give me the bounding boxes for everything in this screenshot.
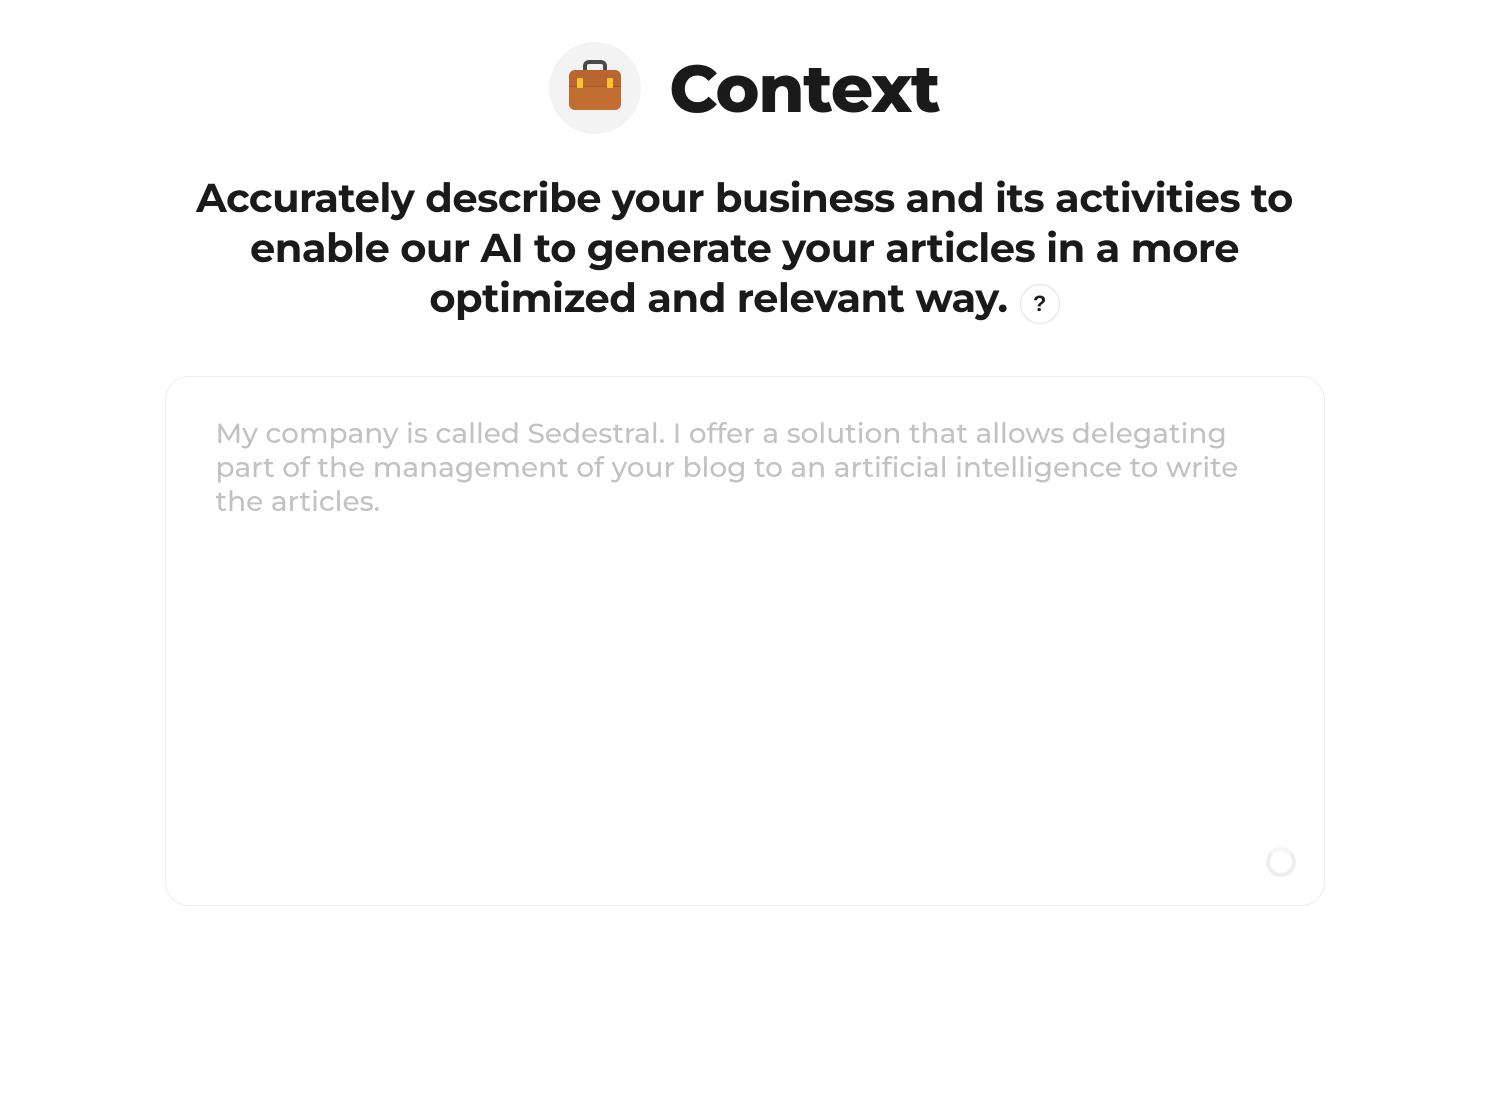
- context-textarea-container: [165, 376, 1325, 906]
- description-container: Accurately describe your business and it…: [155, 174, 1335, 328]
- page-header: Context: [0, 42, 1489, 134]
- briefcase-icon: [569, 66, 621, 110]
- help-button[interactable]: ?: [1020, 284, 1060, 324]
- context-textarea[interactable]: [216, 417, 1274, 865]
- question-mark-icon: ?: [1033, 291, 1046, 317]
- loading-spinner-icon: [1266, 847, 1296, 877]
- page-title: Context: [669, 48, 939, 129]
- page-description: Accurately describe your business and it…: [196, 174, 1293, 323]
- header-icon-container: [549, 42, 641, 134]
